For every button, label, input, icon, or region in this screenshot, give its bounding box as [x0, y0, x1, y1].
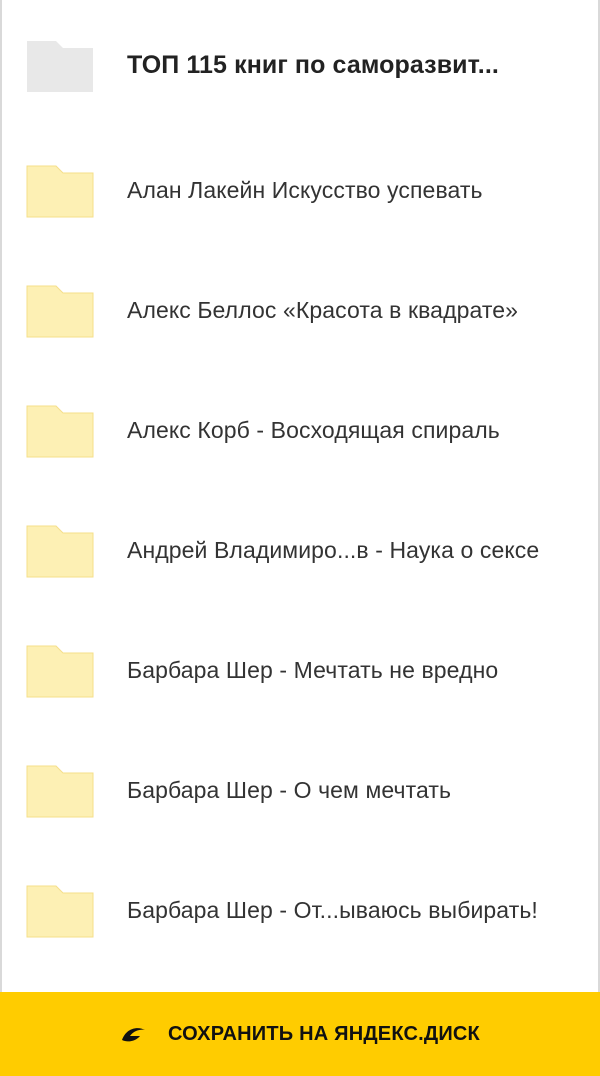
folder-label: Барбара Шер - От...ываюсь выбирать! [127, 896, 538, 923]
folder-label: Барбара Шер - Мечтать не вредно [127, 656, 499, 683]
save-to-yandex-disk-button[interactable]: СОХРАНИТЬ НА ЯНДЕКС.ДИСК [0, 992, 600, 1076]
folder-row[interactable]: Барбара Шер - От...ываюсь выбирать! [0, 850, 600, 970]
folder-label: Алекс Беллос «Красота в квадрате» [127, 296, 519, 323]
folder-row[interactable]: Барбара Шер - Мечтать не вредно [0, 610, 600, 730]
folder-icon [26, 642, 94, 698]
folder-label: Алан Лакейн Искусство успевать [127, 176, 483, 203]
folder-list: ТОП 115 книг по саморазвит... Алан Лакей… [0, 0, 600, 970]
save-button-label: СОХРАНИТЬ НА ЯНДЕКС.ДИСК [168, 1022, 480, 1045]
folder-icon [26, 402, 94, 458]
folder-title: ТОП 115 книг по саморазвит... [127, 50, 499, 79]
yandex-disk-icon [122, 1028, 146, 1042]
folder-label: Алекс Корб - Восходящая спираль [127, 416, 500, 443]
folder-row[interactable]: Андрей Владимиро...в - Наука о сексе [0, 490, 600, 610]
folder-row[interactable]: Алекс Беллос «Красота в квадрате» [0, 250, 600, 370]
folder-label: Андрей Владимиро...в - Наука о сексе [127, 536, 540, 563]
folder-icon [26, 762, 94, 818]
folder-icon [26, 882, 94, 938]
folder-row[interactable]: Алан Лакейн Искусство успевать [0, 130, 600, 250]
folder-row[interactable]: Барбара Шер - О чем мечтать [0, 730, 600, 850]
folder-label: Барбара Шер - О чем мечтать [127, 776, 452, 803]
folder-icon [26, 162, 94, 218]
folder-row[interactable]: Алекс Корб - Восходящая спираль [0, 370, 600, 490]
folder-row-title[interactable]: ТОП 115 книг по саморазвит... [0, 0, 600, 130]
folder-icon [26, 522, 94, 578]
folder-icon [26, 37, 94, 93]
folder-icon [26, 282, 94, 338]
